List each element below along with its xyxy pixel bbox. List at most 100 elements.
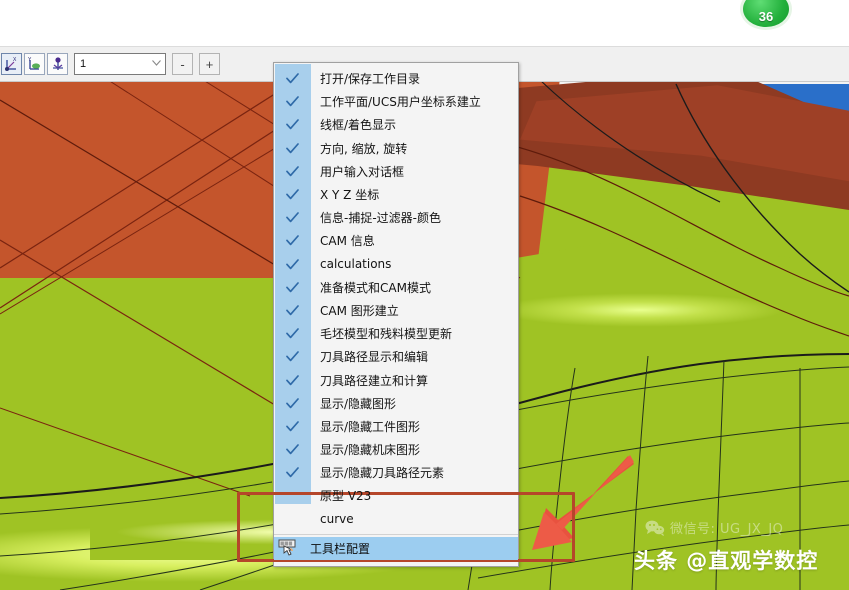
menu-item[interactable]: 打开/保存工作目录 xyxy=(274,67,518,90)
menu-item-label: 显示/隐藏机床图形 xyxy=(320,443,421,458)
menu-item-label: 刀具路径建立和计算 xyxy=(320,373,429,388)
check-icon-wrap[interactable] xyxy=(274,421,310,432)
menu-item[interactable]: 信息-捕捉-过滤器-颜色 xyxy=(274,206,518,229)
badge-count: 36 xyxy=(758,9,774,24)
svg-text:Y: Y xyxy=(28,57,32,63)
menu-item-label: 线框/着色显示 xyxy=(320,118,397,133)
yz-axis-icon: Y xyxy=(28,57,40,70)
check-icon-wrap[interactable] xyxy=(274,374,310,386)
toolbar-visibility-menu[interactable]: 打开/保存工作目录工作平面/UCS用户坐标系建立 线框/着色显示 方向, 缩放, 旋… xyxy=(273,62,519,567)
toolbar-level-combo[interactable]: 1 xyxy=(74,53,166,75)
check-icon xyxy=(285,421,299,432)
check-icon-wrap[interactable] xyxy=(274,142,310,154)
menu-item-label: 用户输入对话框 xyxy=(320,164,405,179)
menu-item[interactable]: 刀具路径建立和计算 xyxy=(274,368,518,391)
check-icon-wrap[interactable] xyxy=(274,305,310,316)
toutiao-watermark: 头条 @直观学数控 xyxy=(634,545,818,575)
menu-item[interactable]: CAM 信息 xyxy=(274,229,518,252)
check-icon xyxy=(285,328,299,339)
menu-item-label: 工具栏配置 xyxy=(310,541,371,556)
check-icon xyxy=(285,397,299,408)
menu-item-label: 原型 V23 xyxy=(320,489,372,504)
check-icon-wrap[interactable] xyxy=(274,212,310,223)
check-icon-wrap[interactable] xyxy=(274,258,310,270)
check-icon xyxy=(285,212,299,223)
check-icon xyxy=(285,374,299,385)
menu-item[interactable]: CAM 图形建立 xyxy=(274,299,518,322)
chevron-down-icon[interactable] xyxy=(152,60,161,66)
check-icon-wrap[interactable] xyxy=(274,96,310,107)
check-icon xyxy=(285,73,299,84)
check-icon xyxy=(285,281,299,293)
origin-axis-icon xyxy=(52,57,63,70)
notification-badge[interactable]: 36 xyxy=(740,0,792,30)
menu-item-label: curve xyxy=(320,512,354,527)
check-icon xyxy=(285,351,299,362)
check-icon-wrap[interactable] xyxy=(274,397,310,409)
xyz-axis-icon: X xyxy=(4,57,17,71)
menu-item-label: 打开/保存工作目录 xyxy=(320,72,421,87)
check-icon-wrap[interactable] xyxy=(274,119,310,130)
menu-item-label: 准备模式和CAM模式 xyxy=(320,280,431,295)
check-icon xyxy=(285,305,299,316)
menu-item[interactable]: 毛坯模型和残料模型更新 xyxy=(274,322,518,345)
check-icon xyxy=(285,119,299,130)
menu-item-label: 显示/隐藏工件图形 xyxy=(320,419,421,434)
check-icon-wrap[interactable] xyxy=(274,165,310,177)
check-icon xyxy=(285,235,299,246)
check-icon-wrap[interactable] xyxy=(274,189,310,200)
menu-item-label: CAM 信息 xyxy=(320,234,375,249)
menu-item-toolbar-config[interactable]: 工具栏配置 xyxy=(274,536,518,560)
check-icon-wrap[interactable] xyxy=(274,467,310,478)
menu-item[interactable]: 准备模式和CAM模式 xyxy=(274,276,518,299)
check-icon xyxy=(285,444,299,455)
menu-item-label: calculations xyxy=(320,257,392,272)
menu-item[interactable]: 线框/着色显示 xyxy=(274,113,518,136)
menu-item[interactable]: 工作平面/UCS用户坐标系建立 xyxy=(274,90,518,113)
increment-button[interactable]: + xyxy=(199,53,220,75)
menu-item-label: 毛坯模型和残料模型更新 xyxy=(320,327,453,342)
menu-item-label: 工作平面/UCS用户坐标系建立 xyxy=(320,95,481,110)
check-icon xyxy=(285,258,299,269)
toutiao-text: 头条 @直观学数控 xyxy=(634,549,819,573)
check-icon-wrap[interactable] xyxy=(274,73,310,84)
toolbar-config-icon xyxy=(278,539,300,557)
menu-item[interactable]: 刀具路径显示和编辑 xyxy=(274,345,518,368)
menu-item[interactable]: 显示/隐藏机床图形 xyxy=(274,438,518,461)
menu-item[interactable]: 显示/隐藏工件图形 xyxy=(274,415,518,438)
menu-item[interactable]: 用户输入对话框 xyxy=(274,160,518,183)
menu-item-label: 刀具路径显示和编辑 xyxy=(320,350,429,365)
check-icon-wrap[interactable] xyxy=(274,281,310,293)
menu-item[interactable]: 原型 V23 xyxy=(274,484,518,507)
check-icon xyxy=(285,165,299,177)
check-icon xyxy=(285,142,299,153)
menu-item[interactable]: calculations xyxy=(274,253,518,276)
check-icon-wrap[interactable] xyxy=(274,328,310,339)
menu-item-label: 方向, 缩放, 旋转 xyxy=(320,141,408,156)
menu-item-label: 信息-捕捉-过滤器-颜色 xyxy=(320,211,441,226)
xyz-axis-1-button[interactable]: X xyxy=(1,53,22,75)
menu-item-label: 显示/隐藏刀具路径元素 xyxy=(320,466,445,481)
wechat-icon xyxy=(645,520,665,536)
menu-item-label: 显示/隐藏图形 xyxy=(320,396,397,411)
check-icon-wrap[interactable] xyxy=(274,235,310,246)
wechat-id-text: 微信号: UG_JX_JQ xyxy=(670,522,784,537)
check-icon xyxy=(285,96,299,107)
check-icon-wrap[interactable] xyxy=(274,444,310,455)
check-icon-wrap[interactable] xyxy=(274,351,310,362)
decrement-button[interactable]: - xyxy=(172,53,193,75)
screenshot-root: X Y 1 - + 打开/保存工作目录 工作平面/UCS用户坐标系建立 线框/着… xyxy=(0,0,849,590)
xyz-axis-3-button[interactable] xyxy=(47,53,68,75)
check-icon xyxy=(285,189,299,200)
menu-item[interactable]: 方向, 缩放, 旋转 xyxy=(274,137,518,160)
menu-item[interactable]: 显示/隐藏图形 xyxy=(274,392,518,415)
svg-text:X: X xyxy=(13,57,17,63)
menu-item-label: CAM 图形建立 xyxy=(320,303,399,318)
menu-item-label: X Y Z 坐标 xyxy=(320,188,380,203)
xyz-axis-2-button[interactable]: Y xyxy=(24,53,45,75)
menu-item[interactable]: 显示/隐藏刀具路径元素 xyxy=(274,461,518,484)
toolbar-level-value: 1 xyxy=(80,58,87,70)
menu-item[interactable]: curve xyxy=(274,508,518,531)
check-icon xyxy=(285,467,299,478)
menu-item[interactable]: X Y Z 坐标 xyxy=(274,183,518,206)
